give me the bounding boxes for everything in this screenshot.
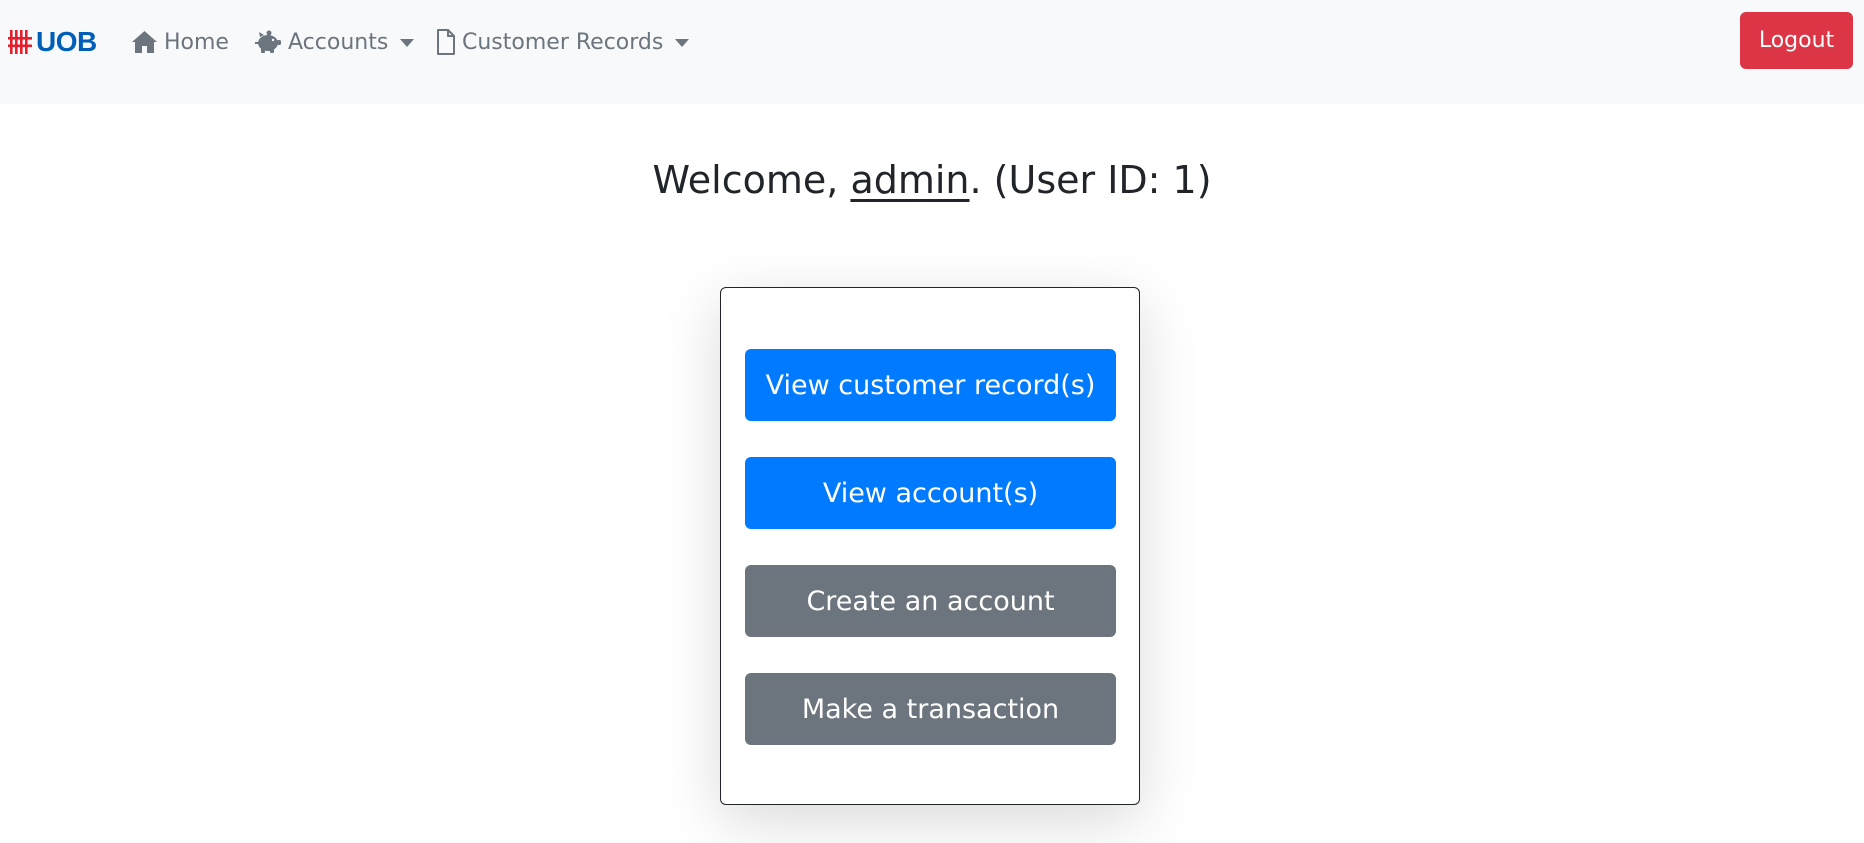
nav-home-label: Home [164,29,229,55]
username-link[interactable]: admin [850,158,969,202]
nav-accounts-label: Accounts [288,29,389,55]
welcome-heading: Welcome, admin. (User ID: 1) [0,150,1864,210]
top-navbar: UOB Home Accounts Customer Records Logou… [0,0,1864,104]
uob-logo-icon [8,30,32,54]
home-icon [132,31,157,53]
piggy-bank-icon [255,30,281,53]
chevron-down-icon [400,39,415,47]
nav-customer-records-label: Customer Records [462,29,664,55]
create-account-button[interactable]: Create an account [745,565,1116,637]
nav-accounts-dropdown[interactable]: Accounts [254,22,415,62]
make-transaction-button[interactable]: Make a transaction [745,673,1116,745]
nav-home[interactable]: Home [131,22,229,62]
actions-card: View customer record(s) View account(s) … [720,287,1140,805]
welcome-suffix: . (User ID: 1) [969,158,1212,202]
view-customer-records-button[interactable]: View customer record(s) [745,349,1116,421]
file-icon [437,29,455,55]
chevron-down-icon [675,39,690,47]
welcome-prefix: Welcome, [652,158,851,202]
logout-button[interactable]: Logout [1740,12,1853,69]
brand-link[interactable]: UOB [8,22,97,62]
brand-text: UOB [36,26,97,57]
view-accounts-button[interactable]: View account(s) [745,457,1116,529]
nav-customer-records-dropdown[interactable]: Customer Records [436,22,690,62]
